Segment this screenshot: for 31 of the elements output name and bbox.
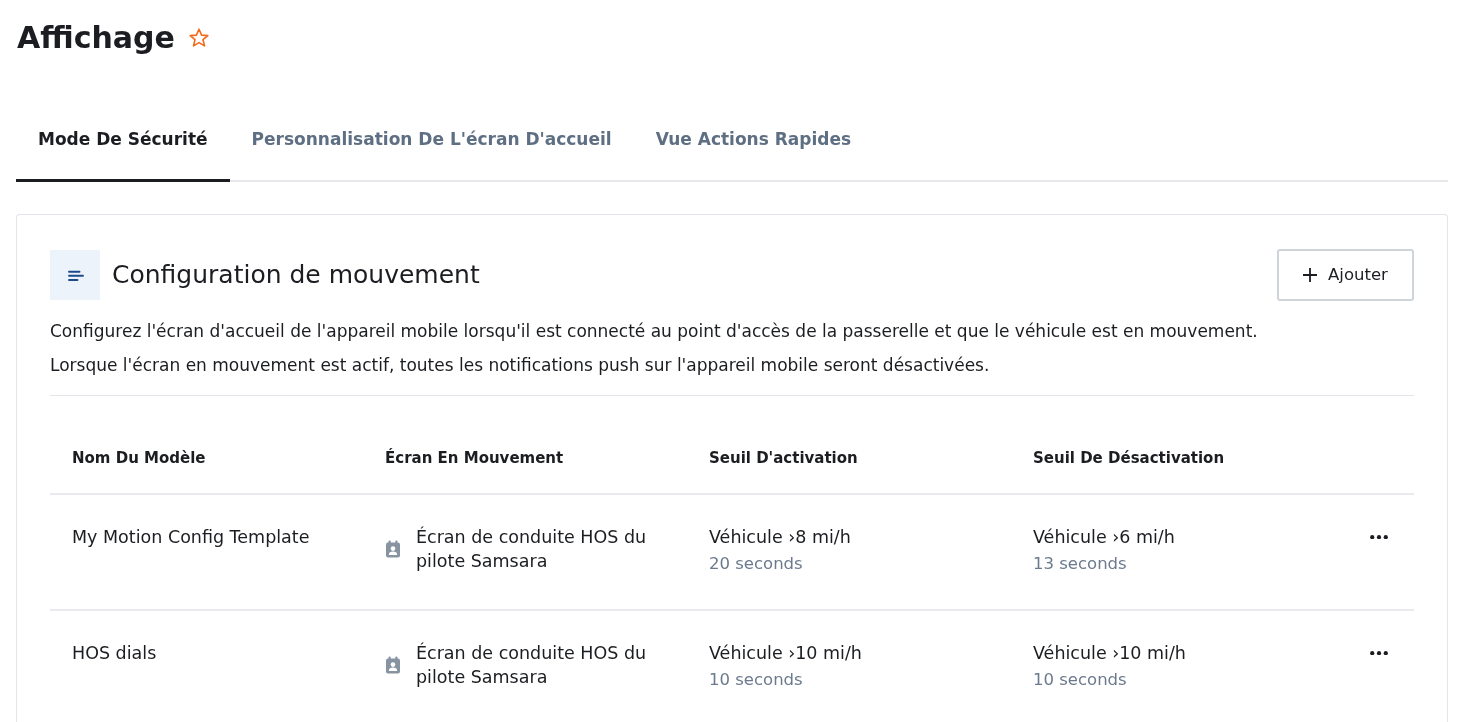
add-button[interactable]: Ajouter — [1277, 249, 1414, 301]
ellipsis-icon — [1370, 534, 1388, 540]
template-name: My Motion Config Template — [72, 526, 310, 549]
tab[interactable]: Personnalisation De L'écran D'accueil — [229, 100, 634, 182]
ellipsis-icon — [1370, 650, 1388, 656]
threshold-speed: Véhicule ›6 mi/h — [1033, 526, 1175, 549]
column-header: Seuil De Désactivation — [1033, 448, 1225, 469]
column-header: Nom Du Modèle — [72, 448, 206, 469]
page-title: Affichage — [17, 19, 175, 57]
template-name: HOS dials — [72, 642, 157, 665]
threshold-duration: 13 seconds — [1033, 553, 1127, 575]
column-header: Seuil D'activation — [709, 448, 858, 469]
threshold-duration: 10 seconds — [1033, 669, 1127, 691]
threshold-speed: Véhicule ›10 mi/h — [1033, 642, 1186, 665]
star-icon[interactable] — [188, 28, 209, 48]
threshold-speed: Véhicule ›8 mi/h — [709, 526, 851, 549]
screen-name: Écran de conduite HOS du pilote Samsara — [416, 525, 648, 573]
plus-icon — [1303, 268, 1318, 282]
tab[interactable]: Vue Actions Rapides — [633, 100, 874, 182]
person-card-icon — [385, 656, 401, 674]
person-card-icon — [385, 540, 401, 558]
card-title: Configuration de mouvement — [112, 260, 480, 290]
description-text: Lorsque l'écran en mouvement est actif, toutes les notifications push sur l'appareil mobile seront désactivées. — [50, 354, 990, 377]
threshold-duration: 20 seconds — [709, 553, 803, 575]
threshold-speed: Véhicule ›10 mi/h — [709, 642, 862, 665]
threshold-duration: 10 seconds — [709, 669, 803, 691]
lines-icon — [50, 250, 100, 300]
description-text: Configurez l'écran d'accueil de l'appareil mobile lorsqu'il est connecté au point d'accès de la passerelle et que le véhicule est en mouvement. — [50, 320, 1258, 343]
screen-name: Écran de conduite HOS du pilote Samsara — [416, 641, 648, 689]
column-header: Écran En Mouvement — [385, 447, 564, 469]
tab[interactable]: Mode De Sécurité — [16, 100, 230, 182]
